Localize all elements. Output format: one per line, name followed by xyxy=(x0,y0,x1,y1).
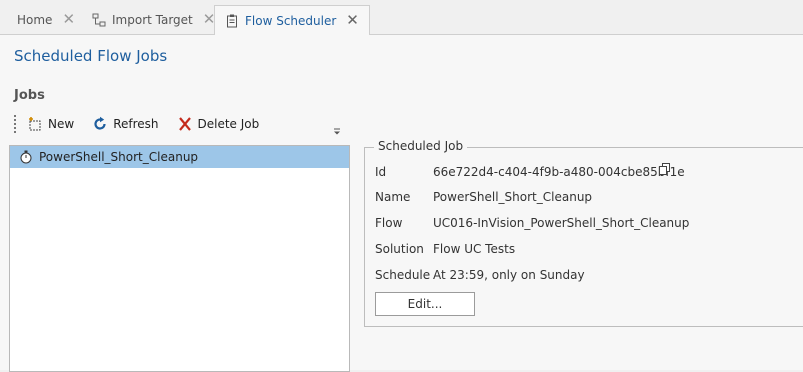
new-button[interactable]: New xyxy=(27,116,74,132)
refresh-icon xyxy=(92,116,108,132)
toolbar-grip[interactable] xyxy=(14,115,19,133)
schedule-label: Schedule xyxy=(375,268,431,282)
job-list[interactable]: PowerShell_Short_Cleanup xyxy=(9,145,350,372)
new-label: New xyxy=(48,117,75,131)
name-value: PowerShell_Short_Cleanup xyxy=(433,190,593,204)
close-icon[interactable]: ✕ xyxy=(346,13,359,28)
delete-label: Delete Job xyxy=(197,117,260,131)
id-value: 66e722d4-c404-4f9b-a480-004cbe85bf1e xyxy=(433,165,685,179)
delete-job-button[interactable]: Delete Job xyxy=(177,116,260,132)
refresh-button[interactable]: Refresh xyxy=(92,116,159,132)
tab-label: Import Target xyxy=(112,12,193,27)
scheduler-icon xyxy=(225,14,239,28)
content-area: Scheduled Flow Jobs Jobs New Refresh Del… xyxy=(0,35,803,372)
name-label: Name xyxy=(375,190,411,204)
stopwatch-icon xyxy=(19,150,33,164)
page-title: Scheduled Flow Jobs xyxy=(14,47,168,65)
refresh-label: Refresh xyxy=(113,117,159,131)
flow-label: Flow xyxy=(375,216,403,230)
jobs-toolbar: New Refresh Delete Job xyxy=(14,113,277,135)
tab-label: Home xyxy=(17,12,53,27)
tab-import-target[interactable]: Import Target ✕ xyxy=(92,5,215,34)
solution-value: Flow UC Tests xyxy=(433,242,516,256)
toolbar-overflow-icon[interactable] xyxy=(332,125,342,135)
tab-strip: Home ✕ Import Target ✕ Flow Scheduler ✕ xyxy=(0,0,803,36)
id-label: Id xyxy=(375,165,387,179)
close-icon[interactable]: ✕ xyxy=(62,12,75,27)
tab-home[interactable]: Home ✕ xyxy=(17,5,75,34)
group-title: Scheduled Job xyxy=(374,139,468,153)
solution-label: Solution xyxy=(375,242,424,256)
delete-icon xyxy=(177,116,193,132)
flow-value: UC016-InVision_PowerShell_Short_Cleanup xyxy=(433,216,690,230)
job-name: PowerShell_Short_Cleanup xyxy=(39,150,199,164)
schedule-value: At 23:59, only on Sunday xyxy=(433,268,585,282)
copy-icon[interactable] xyxy=(659,163,671,175)
tab-label: Flow Scheduler xyxy=(245,13,337,28)
tab-flow-scheduler[interactable]: Flow Scheduler ✕ xyxy=(214,5,370,36)
edit-button[interactable]: Edit... xyxy=(375,292,475,316)
import-target-icon xyxy=(92,13,106,27)
list-item[interactable]: PowerShell_Short_Cleanup xyxy=(10,146,349,168)
new-icon xyxy=(27,116,43,132)
jobs-heading: Jobs xyxy=(14,88,45,103)
